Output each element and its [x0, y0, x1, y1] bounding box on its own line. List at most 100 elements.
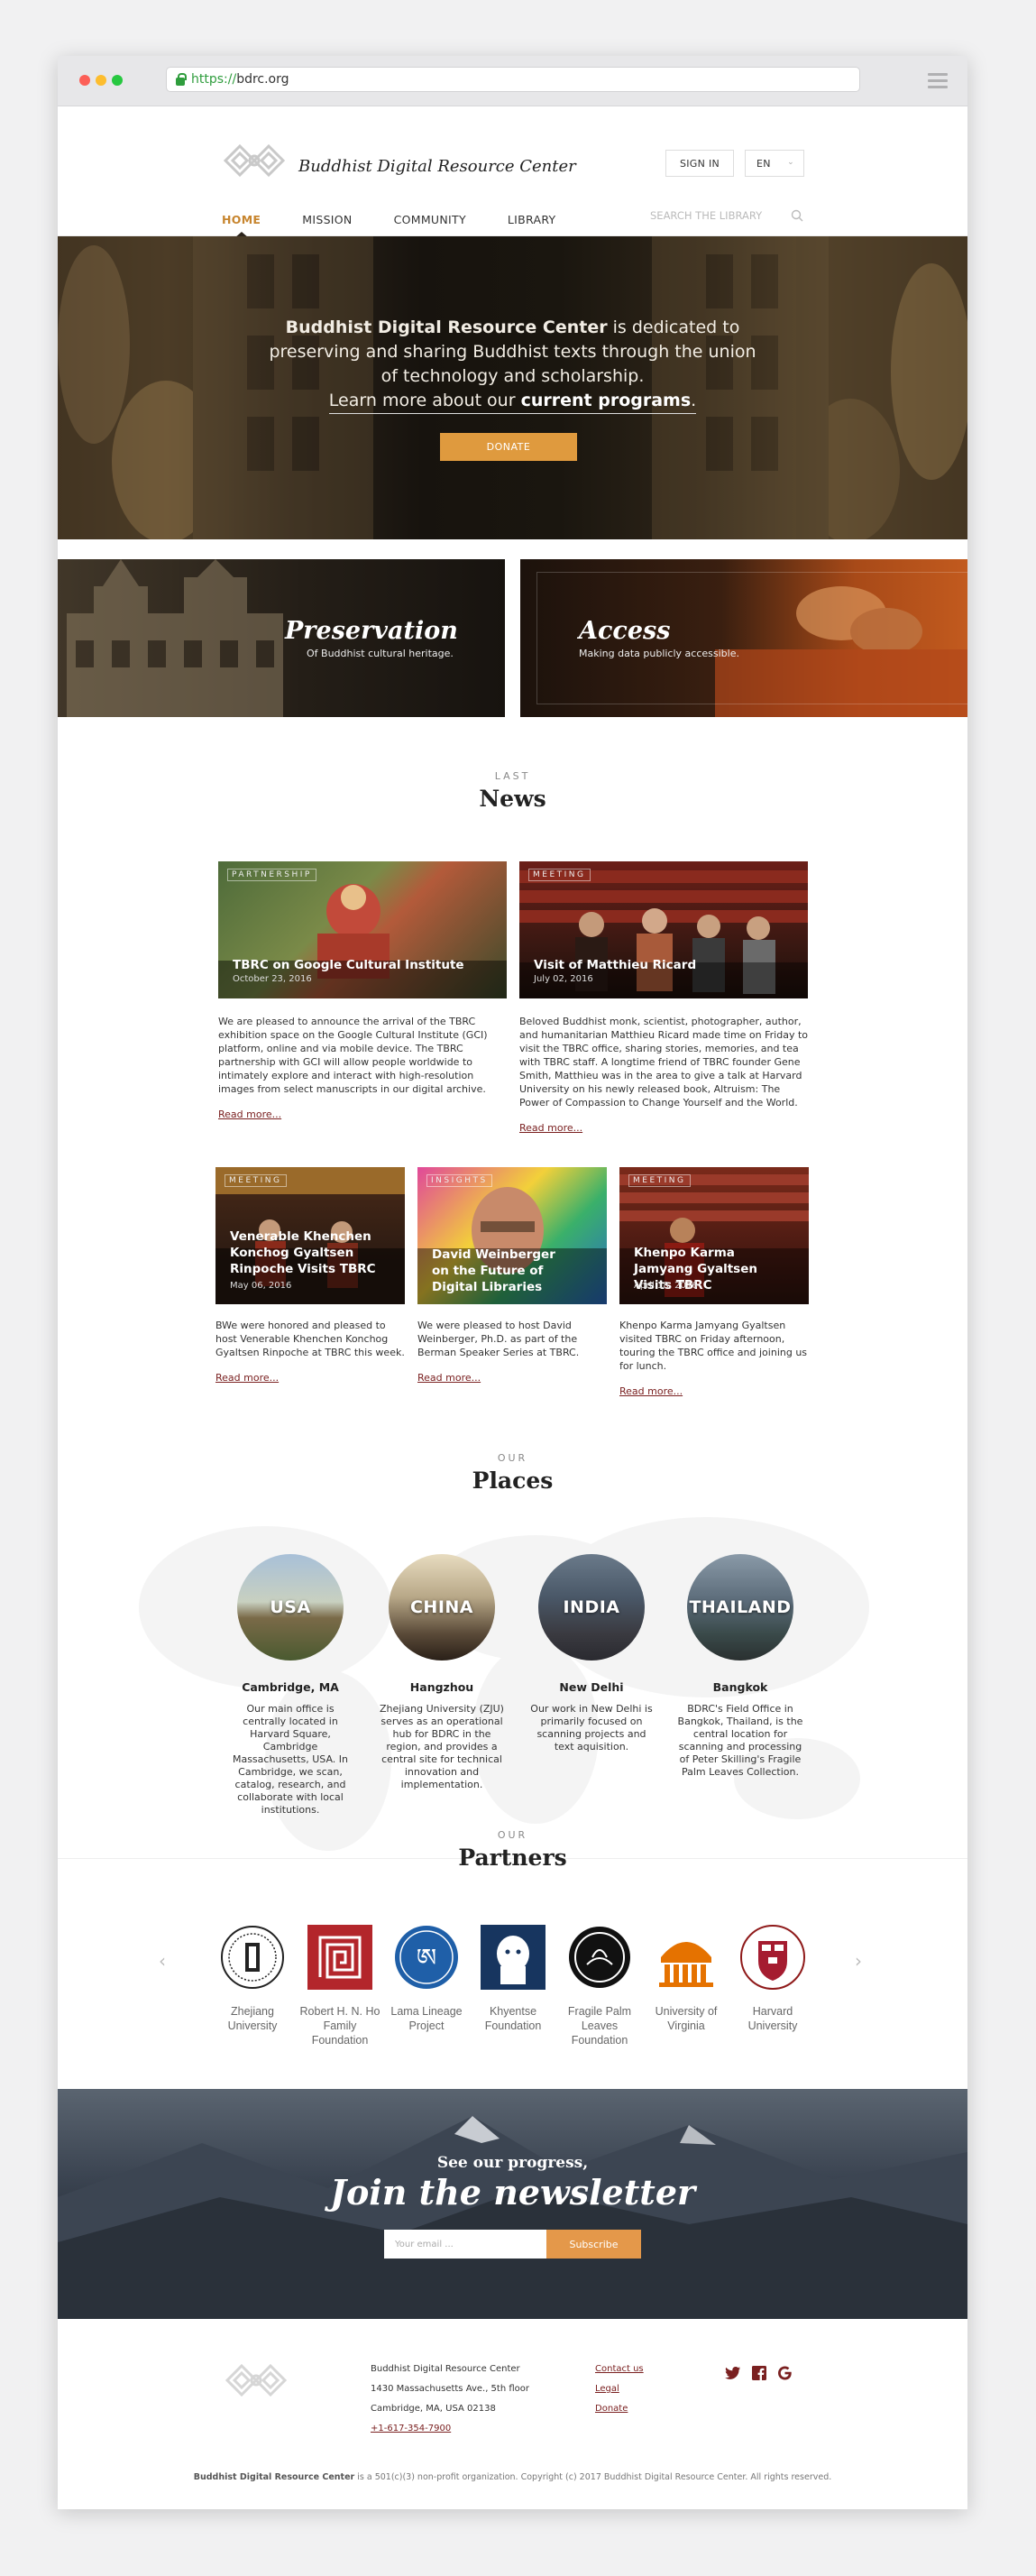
footer-address: Buddhist Digital Resource Center 1430 Ma…	[371, 2360, 529, 2439]
partners-prev-arrow-icon[interactable]: ‹	[159, 1950, 166, 1972]
newsletter-kicker: See our progress,	[436, 2154, 589, 2172]
places-kicker: OUR	[497, 1452, 528, 1464]
partner-item[interactable]: Zhejiang University	[208, 1925, 297, 2033]
current-programs-link[interactable]: current programs	[521, 391, 692, 410]
place-desc: Our main office is centrally located in …	[232, 1703, 349, 1816]
partner-item[interactable]: University of Virginia	[642, 1925, 730, 2033]
donate-button[interactable]: DONATE	[440, 433, 577, 461]
search-icon[interactable]	[791, 209, 803, 222]
close-window-icon[interactable]	[79, 75, 90, 86]
endless-knot-logo-icon[interactable]	[220, 141, 289, 180]
facebook-icon[interactable]	[752, 2366, 766, 2380]
partner-name: Robert H. N. Ho Family Foundation	[299, 2005, 380, 2047]
news-card[interactable]: PARTNERSHIP TBRC on Google Cultural Inst…	[218, 861, 507, 1120]
read-more-link[interactable]: Read more...	[619, 1385, 809, 1397]
news-body: Khenpo Karma Jamyang Gyaltsen visited TB…	[619, 1320, 808, 1372]
place-india[interactable]: INDIA New Delhi Our work in New Delhi is…	[528, 1554, 655, 1753]
news-card[interactable]: MEETING Venerable Khenchen Konchog Gyalt…	[215, 1167, 405, 1384]
site-footer: Buddhist Digital Resource Center 1430 Ma…	[58, 2319, 967, 2509]
svg-text:ཨ: ཨ	[417, 1943, 436, 1973]
news-date: May 06, 2016	[230, 1281, 292, 1291]
footer-links: Contact us Legal Donate	[595, 2360, 644, 2419]
place-label: USA	[270, 1597, 311, 1617]
place-name: Cambridge, MA	[242, 1680, 339, 1694]
news-tag: PARTNERSHIP	[227, 869, 316, 881]
lama-lineage-icon: ཨ	[394, 1925, 459, 1990]
partner-name: University of Virginia	[655, 2005, 718, 2032]
maximize-window-icon[interactable]	[112, 75, 123, 86]
footer-phone-link[interactable]: +1-617-354-7900	[371, 2424, 451, 2433]
google-icon[interactable]	[777, 2366, 793, 2380]
place-image: USA	[237, 1554, 344, 1661]
footer-logo-icon[interactable]	[222, 2360, 290, 2400]
site-brand[interactable]: Buddhist Digital Resource Center	[298, 157, 576, 176]
news-title-text[interactable]: TBRC on Google Cultural Institute	[233, 957, 464, 973]
main-nav: HOME MISSION COMMUNITY LIBRARY	[222, 213, 597, 226]
partner-item[interactable]: Robert H. N. Ho Family Foundation	[296, 1925, 384, 2047]
news-card[interactable]: INSIGHTS David Weinberger on the Future …	[417, 1167, 607, 1384]
ho-foundation-icon	[307, 1925, 372, 1990]
news-card[interactable]: MEETING Khenpo Karma Jamyang Gyaltsen Vi…	[619, 1167, 809, 1397]
library-search[interactable]: SEARCH THE LIBRARY	[650, 209, 803, 222]
partner-item[interactable]: Fragile Palm Leaves Foundation	[555, 1925, 644, 2047]
news-body: We are pleased to announce the arrival o…	[218, 1016, 488, 1095]
access-tile[interactable]: Access Making data publicly accessible.	[520, 559, 967, 717]
news-title-text[interactable]: Visit of Matthieu Ricard	[534, 957, 696, 973]
news-title-text[interactable]: Venerable Khenchen Konchog Gyaltsen Rinp…	[230, 1228, 392, 1277]
address-bar[interactable]: https://bdrc.org	[166, 67, 860, 92]
hero-banner: Buddhist Digital Resource Center is dedi…	[58, 236, 967, 539]
footer-address-line1: 1430 Massachusetts Ave., 5th floor	[371, 2384, 530, 2394]
news-tag: INSIGHTS	[426, 1174, 492, 1187]
minimize-window-icon[interactable]	[96, 75, 106, 86]
tile-subtitle-access: Making data publicly accessible.	[579, 648, 739, 659]
partners-next-arrow-icon[interactable]: ›	[855, 1950, 862, 1972]
place-label: THAILAND	[689, 1597, 792, 1617]
partner-item[interactable]: Harvard University	[729, 1925, 817, 2033]
news-tag: MEETING	[225, 1174, 287, 1187]
preservation-tile[interactable]: Preservation Of Buddhist cultural herita…	[58, 559, 505, 717]
news-title-text[interactable]: David Weinberger on the Future of Digita…	[432, 1247, 576, 1295]
news-tag: MEETING	[628, 1174, 691, 1187]
legal-link[interactable]: Legal	[595, 2384, 619, 2394]
contact-us-link[interactable]: Contact us	[595, 2364, 644, 2374]
language-select[interactable]: EN ⌄	[745, 150, 804, 177]
partner-item[interactable]: ཨ Lama Lineage Project	[382, 1925, 471, 2033]
nav-home[interactable]: HOME	[222, 213, 261, 226]
place-desc: Our work in New Delhi is primarily focus…	[530, 1703, 653, 1753]
sign-in-button[interactable]: SIGN IN	[665, 150, 734, 177]
read-more-link[interactable]: Read more...	[417, 1372, 607, 1384]
read-more-link[interactable]: Read more...	[215, 1372, 405, 1384]
menu-icon[interactable]	[928, 73, 948, 92]
hero-line3: of technology and scholarship.	[380, 366, 645, 386]
tile-title-access: Access	[579, 617, 671, 645]
place-label: INDIA	[563, 1597, 620, 1617]
footer-address-line2: Cambridge, MA, USA 02138	[371, 2404, 496, 2414]
partner-item[interactable]: Khyentse Foundation	[469, 1925, 557, 2033]
twitter-icon[interactable]	[725, 2366, 741, 2380]
zhejiang-seal-icon	[220, 1925, 285, 1990]
nav-mission[interactable]: MISSION	[302, 213, 352, 226]
nav-community[interactable]: COMMUNITY	[394, 213, 466, 226]
tile-subtitle-preservation: Of Buddhist cultural heritage.	[307, 648, 454, 659]
place-thailand[interactable]: THAILAND Bangkok BDRC's Field Office in …	[677, 1554, 803, 1779]
news-card[interactable]: MEETING Visit of Matthieu Ricard July 02…	[519, 861, 808, 1134]
read-more-link[interactable]: Read more...	[519, 1122, 808, 1134]
place-usa[interactable]: USA Cambridge, MA Our main office is cen…	[227, 1554, 353, 1817]
footer-org: Buddhist Digital Resource Center	[371, 2364, 520, 2374]
place-china[interactable]: CHINA Hangzhou Zhejiang University (ZJU)…	[379, 1554, 505, 1791]
news-title: News	[479, 786, 546, 812]
hero-line4-end: .	[691, 391, 697, 410]
newsletter-email-input[interactable]: Your email ...	[384, 2230, 546, 2259]
harvard-shield-icon	[740, 1925, 805, 1990]
newsletter-title: Join the newsletter	[329, 2172, 696, 2213]
hero-line4: Learn more about our	[328, 391, 521, 410]
footer-donate-link[interactable]: Donate	[595, 2404, 628, 2414]
hero-line1: is dedicated to	[607, 317, 740, 337]
read-more-link[interactable]: Read more...	[218, 1109, 507, 1120]
nav-library[interactable]: LIBRARY	[508, 213, 556, 226]
news-kicker: LAST	[494, 770, 531, 782]
place-image: CHINA	[389, 1554, 495, 1661]
subscribe-button[interactable]: Subscribe	[546, 2230, 641, 2259]
news-date: July 02, 2016	[534, 974, 593, 984]
newsletter-section: See our progress, Join the newsletter Yo…	[58, 2089, 967, 2319]
